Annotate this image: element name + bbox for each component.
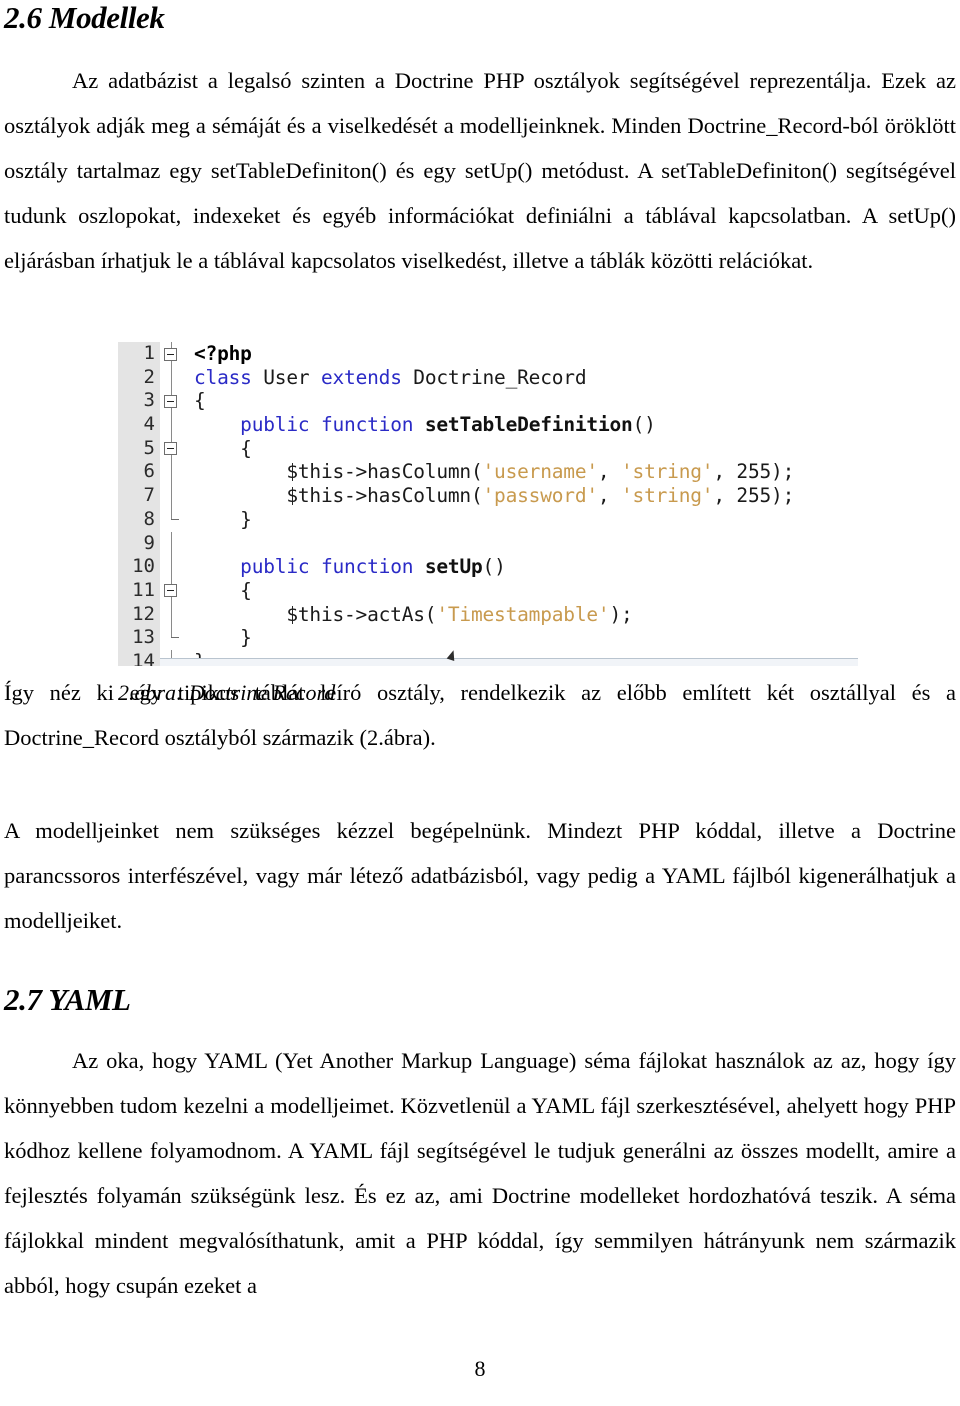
fold-gutter[interactable] — [160, 484, 184, 508]
fold-gutter[interactable] — [160, 626, 184, 650]
line-number: 8 — [118, 507, 160, 532]
document-page: 2.6 Modellek Az adatbázist a legalsó szi… — [0, 0, 960, 1406]
fold-guide-line — [171, 460, 172, 485]
code-line-text: <?php — [194, 342, 252, 365]
code-line-text: $this->hasColumn('username', 'string', 2… — [194, 460, 795, 484]
paragraph-figure-description: Így néz ki egy tipikus táblát leíró oszt… — [4, 680, 956, 750]
collapse-toggle-icon[interactable] — [164, 442, 177, 456]
fold-gutter[interactable] — [160, 460, 184, 485]
line-number: 9 — [118, 531, 160, 556]
code-line: 13 } — [118, 626, 858, 650]
line-number: 2 — [118, 365, 160, 390]
fold-guide-line — [171, 555, 172, 579]
fold-end-tick-icon — [171, 637, 179, 639]
line-number: 12 — [118, 602, 160, 627]
paragraph-modellek-intro: Az adatbázist a legalsó szinten a Doctri… — [4, 68, 956, 273]
fold-end-tick-icon — [171, 518, 179, 520]
line-number: 7 — [118, 484, 160, 508]
fold-gutter[interactable] — [160, 507, 184, 532]
code-line-text: public function setTableDefinition() — [240, 413, 656, 437]
fold-gutter[interactable] — [160, 531, 184, 556]
code-line-text: class User extends Doctrine_Record — [194, 365, 587, 389]
code-line: 11 { — [118, 578, 858, 603]
code-line-text: { — [194, 389, 206, 413]
fold-gutter[interactable] — [160, 413, 184, 437]
section-heading-modellek: 2.6 Modellek — [4, 0, 165, 35]
fold-guide-line — [171, 531, 172, 556]
code-line: 8 } — [118, 507, 858, 532]
code-line: 7 $this->hasColumn('password', 'string',… — [118, 484, 858, 508]
paragraph-model-generation: A modelljeinket nem szükséges kézzel beg… — [4, 818, 956, 933]
code-line: 6 $this->hasColumn('username', 'string',… — [118, 460, 858, 485]
code-line: 5 { — [118, 436, 858, 461]
fold-gutter[interactable] — [160, 365, 184, 390]
fold-gutter[interactable] — [160, 436, 184, 461]
fold-guide-line — [171, 365, 172, 390]
line-number: 14 — [118, 649, 160, 666]
code-line-text — [184, 532, 858, 556]
code-line: 3{ — [118, 389, 858, 414]
code-line: 10 public function setUp() — [118, 555, 858, 579]
code-line: 9 — [118, 531, 858, 556]
code-lines-container: 1 <?php 2 class User extends Doctrine_Recor… — [118, 342, 858, 666]
fold-gutter[interactable] — [160, 342, 184, 366]
code-horizontal-scrollbar[interactable] — [160, 658, 858, 666]
code-line-text: } — [194, 507, 252, 531]
fold-guide-line — [171, 413, 172, 437]
collapse-toggle-icon[interactable] — [164, 394, 177, 408]
code-line-text: $this->hasColumn('password', 'string', 2… — [194, 484, 795, 508]
line-number: 1 — [118, 342, 160, 366]
section-heading-yaml: 2.7 YAML — [4, 982, 131, 1017]
page-number: 8 — [474, 1356, 486, 1381]
code-line-text: $this->actAs('Timestampable'); — [194, 602, 633, 626]
code-line-text: { — [194, 436, 252, 460]
code-line-text: public function setUp() — [240, 555, 506, 579]
code-line-text: { — [194, 578, 252, 602]
line-number: 11 — [118, 578, 160, 603]
line-number: 4 — [118, 413, 160, 437]
line-number: 5 — [118, 436, 160, 461]
paragraph-yaml-intro: Az oka, hogy YAML (Yet Another Markup La… — [4, 1048, 956, 1298]
line-number: 10 — [118, 555, 160, 579]
line-number: 3 — [118, 389, 160, 414]
fold-guide-line — [171, 484, 172, 508]
code-line: 12 $this->actAs('Timestampable'); — [118, 602, 858, 627]
fold-gutter[interactable] — [160, 389, 184, 414]
fold-guide-line — [171, 602, 172, 627]
code-line: 4 public function setTableDefinition() — [118, 413, 858, 437]
figure-doctrine-record: 1 <?php 2 class User extends Doctrine_Recor… — [118, 342, 858, 666]
collapse-toggle-icon[interactable] — [164, 347, 177, 361]
code-line: 2 class User extends Doctrine_Record — [118, 365, 858, 390]
code-screenshot: 1 <?php 2 class User extends Doctrine_Recor… — [118, 342, 858, 666]
fold-gutter[interactable] — [160, 555, 184, 579]
fold-gutter[interactable] — [160, 602, 184, 627]
collapse-toggle-icon[interactable] — [164, 584, 177, 598]
code-line: 1 <?php — [118, 342, 858, 366]
line-number: 6 — [118, 460, 160, 485]
code-line-text: } — [194, 626, 252, 650]
fold-gutter[interactable] — [160, 578, 184, 603]
line-number: 13 — [118, 626, 160, 650]
